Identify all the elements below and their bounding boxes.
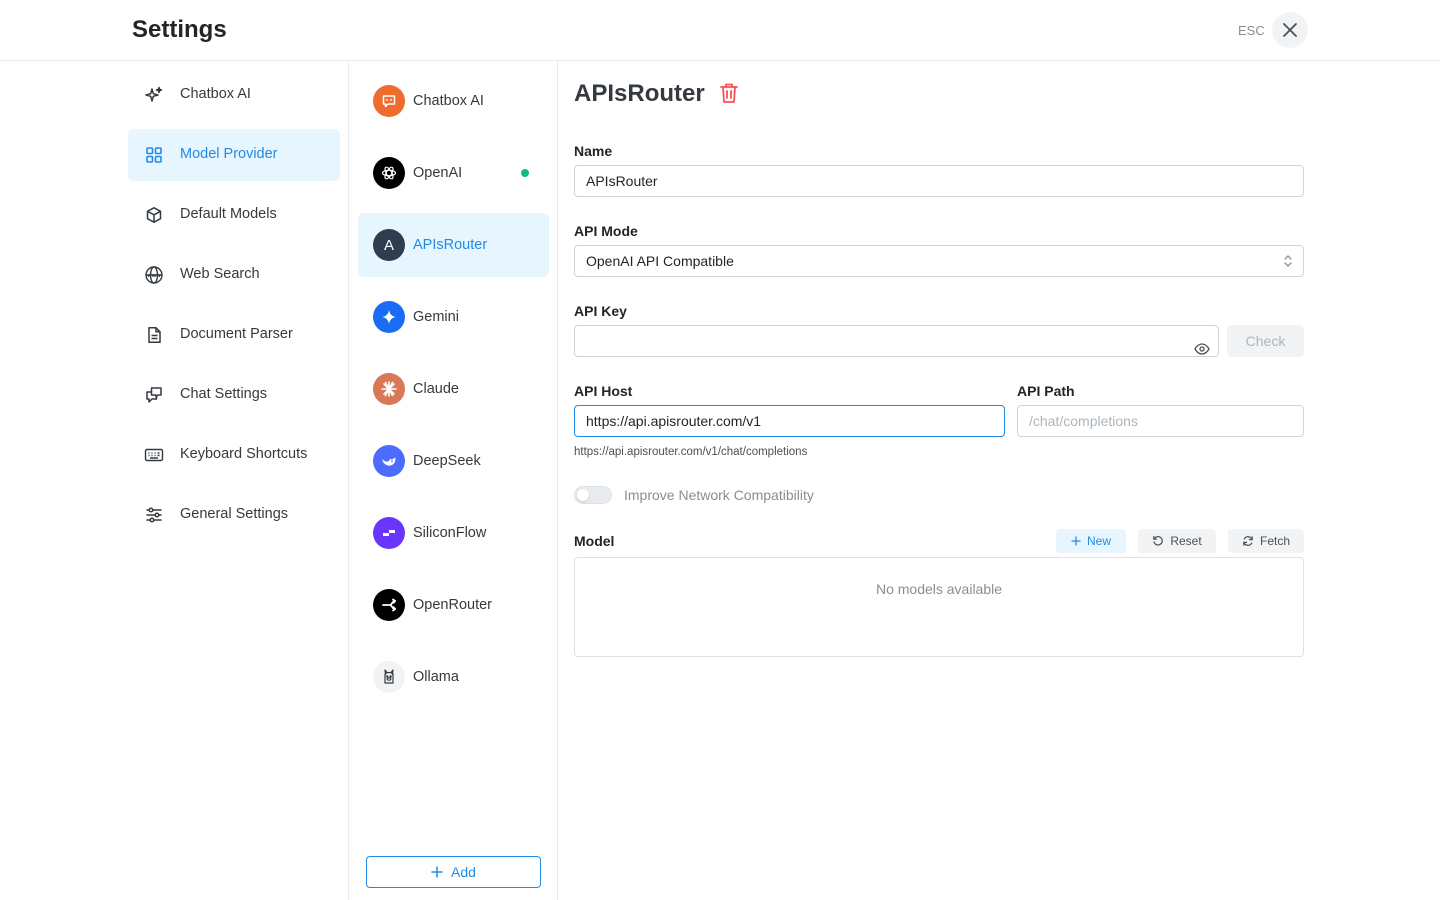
- add-provider-label: Add: [451, 864, 476, 880]
- empty-state-text: No models available: [875, 581, 1003, 597]
- api-key-label: API Key: [574, 303, 627, 319]
- globe-www-icon: www: [144, 265, 164, 285]
- plus-icon: [431, 866, 443, 878]
- api-mode-value: OpenAI API Compatible: [586, 253, 734, 269]
- nav-label: Default Models: [180, 206, 277, 222]
- cube-icon: [144, 205, 164, 225]
- reset-models-button[interactable]: Reset: [1138, 529, 1216, 553]
- nav-item-keyboard-shortcuts[interactable]: Keyboard Shortcuts: [128, 429, 340, 481]
- provider-label: Claude: [413, 381, 459, 397]
- sparkles-icon: [144, 85, 164, 105]
- api-path-label: API Path: [1017, 383, 1075, 399]
- gemini-logo-icon: [373, 301, 405, 333]
- fetch-models-button[interactable]: Fetch: [1228, 529, 1304, 553]
- chevron-updown-icon: [1284, 255, 1292, 267]
- provider-label: OpenAI: [413, 165, 463, 181]
- chat-bubbles-icon: [144, 385, 164, 405]
- api-path-input[interactable]: /chat/completions: [1017, 405, 1304, 437]
- nav-item-chatbox-ai[interactable]: Chatbox AI: [128, 69, 340, 121]
- eye-icon: [1194, 343, 1210, 355]
- provider-label: APIsRouter: [413, 237, 488, 253]
- nav-item-chat-settings[interactable]: Chat Settings: [128, 369, 340, 421]
- provider-detail: APIsRouter Name APIsRouter API Mode Open…: [558, 61, 1440, 900]
- name-label: Name: [574, 143, 613, 159]
- new-model-label: New: [1086, 534, 1111, 548]
- nav-label: Model Provider: [180, 146, 278, 162]
- keyboard-icon: [144, 445, 164, 465]
- provider-item-openai[interactable]: OpenAI: [358, 141, 549, 205]
- settings-nav: Chatbox AI Model Provider Default Models…: [0, 61, 349, 900]
- provider-item-apisrouter[interactable]: A APIsRouter: [358, 213, 549, 277]
- nav-label: Web Search: [180, 266, 260, 282]
- nav-item-document-parser[interactable]: Document Parser: [128, 309, 340, 361]
- new-model-button[interactable]: New: [1056, 529, 1126, 553]
- esc-hint: ESC: [1238, 23, 1265, 38]
- nav-label: Chatbox AI: [180, 86, 251, 102]
- toggle-knob: [577, 489, 589, 501]
- api-mode-select[interactable]: OpenAI API Compatible: [574, 245, 1304, 277]
- api-mode-label: API Mode: [574, 223, 638, 239]
- svg-text:www: www: [147, 273, 161, 279]
- provider-item-gemini[interactable]: Gemini: [358, 285, 549, 349]
- api-key-input[interactable]: [574, 325, 1219, 357]
- settings-header: Settings ESC: [0, 0, 1440, 61]
- openai-logo-icon: [373, 157, 405, 189]
- provider-label: DeepSeek: [413, 453, 481, 469]
- siliconflow-logo-icon: [373, 517, 405, 549]
- document-icon: [144, 325, 164, 345]
- apisrouter-avatar: A: [373, 229, 405, 261]
- provider-item-deepseek[interactable]: DeepSeek: [358, 429, 549, 493]
- close-button[interactable]: [1272, 12, 1308, 48]
- provider-item-claude[interactable]: Claude: [358, 357, 549, 421]
- toggle-visibility-button[interactable]: [1194, 335, 1210, 365]
- refresh-icon: [1243, 536, 1253, 546]
- deepseek-logo-icon: [373, 445, 405, 477]
- nav-item-web-search[interactable]: www Web Search: [128, 249, 340, 301]
- status-dot: [521, 169, 529, 177]
- grid-icon: [144, 145, 164, 165]
- provider-title: APIsRouter: [574, 80, 705, 107]
- nav-label: General Settings: [180, 506, 289, 522]
- nav-label: Keyboard Shortcuts: [180, 446, 308, 462]
- reset-models-label: Reset: [1170, 534, 1202, 548]
- api-host-label: API Host: [574, 383, 633, 399]
- ollama-logo-icon: [373, 661, 405, 693]
- trash-icon: [720, 83, 738, 103]
- provider-item-ollama[interactable]: Ollama: [358, 645, 549, 709]
- network-compat-toggle[interactable]: [574, 486, 612, 504]
- provider-item-chatbox-ai[interactable]: Chatbox AI: [358, 69, 549, 133]
- nav-label: Document Parser: [180, 326, 293, 342]
- chatbox-logo-icon: [373, 85, 405, 117]
- claude-logo-icon: [373, 373, 405, 405]
- provider-item-openrouter[interactable]: OpenRouter: [358, 573, 549, 637]
- provider-label: Chatbox AI: [413, 93, 484, 109]
- nav-item-model-provider[interactable]: Model Provider: [128, 129, 340, 181]
- reset-icon: [1153, 535, 1164, 546]
- add-provider-button[interactable]: Add: [366, 856, 541, 888]
- nav-item-default-models[interactable]: Default Models: [128, 189, 340, 241]
- provider-label: Ollama: [413, 669, 459, 685]
- close-icon: [1283, 23, 1297, 37]
- provider-label: OpenRouter: [413, 597, 492, 613]
- check-button[interactable]: Check: [1227, 325, 1304, 357]
- nav-label: Chat Settings: [180, 386, 268, 402]
- sliders-icon: [144, 505, 164, 525]
- provider-label: SiliconFlow: [413, 525, 487, 541]
- page-title: Settings: [132, 16, 227, 43]
- provider-item-siliconflow[interactable]: SiliconFlow: [358, 501, 549, 565]
- network-compat-label: Improve Network Compatibility: [624, 487, 814, 503]
- model-list: No models available: [574, 557, 1304, 657]
- provider-label: Gemini: [413, 309, 459, 325]
- plus-icon: [1071, 536, 1081, 546]
- delete-provider-button[interactable]: [718, 81, 740, 105]
- fetch-models-label: Fetch: [1259, 534, 1290, 548]
- endpoint-preview: https://api.apisrouter.com/v1/chat/compl…: [574, 446, 808, 458]
- nav-item-general-settings[interactable]: General Settings: [128, 489, 340, 541]
- name-input[interactable]: APIsRouter: [574, 165, 1304, 197]
- model-label: Model: [574, 533, 615, 549]
- provider-list: Chatbox AI OpenAI A APIsRouter Gemini Cl…: [349, 61, 558, 900]
- openrouter-logo-icon: [373, 589, 405, 621]
- api-host-input[interactable]: https://api.apisrouter.com/v1: [574, 405, 1005, 437]
